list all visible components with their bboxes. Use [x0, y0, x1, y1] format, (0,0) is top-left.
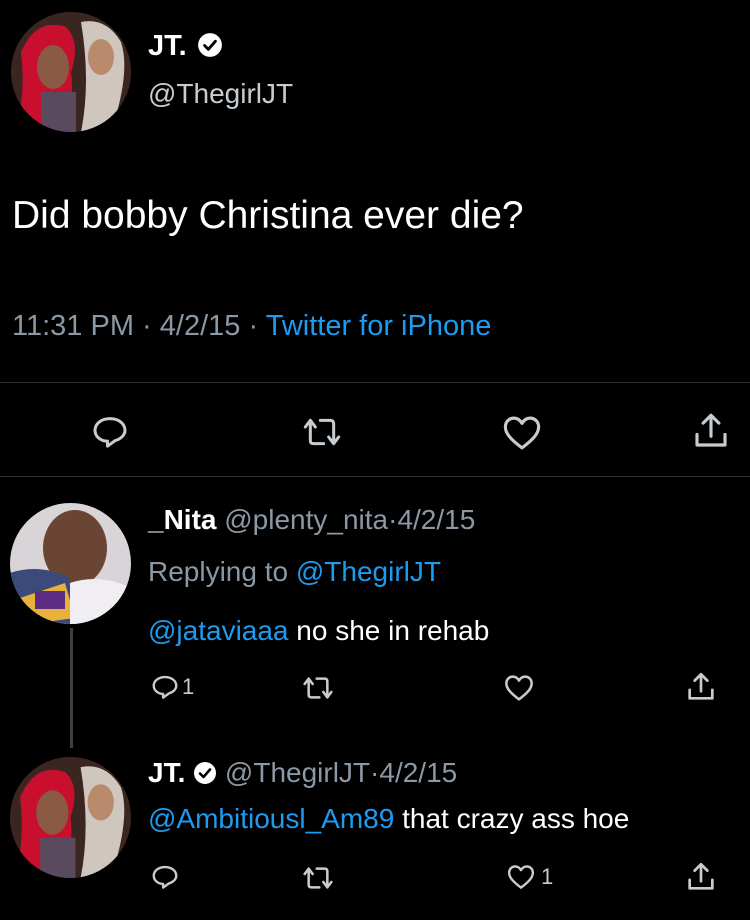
reply1-reply-count: 1 [182, 674, 195, 699]
reply-icon [152, 865, 178, 889]
divider [0, 382, 750, 383]
reply1-retweet-button[interactable] [300, 672, 336, 704]
retweet-icon [303, 418, 341, 446]
tweet-date: 4/2/15 [159, 310, 241, 342]
reply1-handle[interactable]: @plenty_nita [224, 504, 388, 535]
reply2-like-count: 1 [541, 864, 554, 889]
avatar-jt[interactable] [11, 12, 131, 132]
reply2-mention[interactable]: @Ambitiousl_Am89 [148, 803, 394, 834]
divider [0, 476, 750, 477]
reply2-display-name[interactable]: JT. [148, 757, 185, 788]
reply2-text: that crazy ass hoe [394, 803, 630, 834]
share-icon [695, 413, 727, 447]
reply1-display-name[interactable]: _Nita [148, 504, 216, 535]
reply2-handle[interactable]: @ThegirlJT [225, 757, 370, 788]
reply2-reply-button[interactable] [150, 862, 180, 892]
reply1-date[interactable]: 4/2/15 [397, 504, 475, 535]
reply-icon [93, 417, 127, 448]
share-button[interactable] [690, 410, 732, 452]
main-handle[interactable]: @ThegirlJT [148, 78, 293, 110]
like-button[interactable] [500, 412, 544, 454]
reply1-mention[interactable]: @jataviaaa [148, 615, 289, 646]
separator-dot: · [142, 310, 152, 342]
avatar-nita[interactable] [10, 503, 131, 624]
retweet-button[interactable] [300, 412, 344, 452]
share-icon [688, 862, 714, 890]
reply2-date[interactable]: 4/2/15 [379, 757, 457, 788]
retweet-icon [303, 677, 333, 699]
like-icon [503, 416, 541, 450]
separator-dot: · [370, 757, 380, 788]
main-display-name[interactable]: JT. [148, 30, 187, 62]
share-icon [688, 672, 714, 700]
avatar-jt-reply[interactable] [10, 757, 131, 878]
tweet-source-link[interactable]: Twitter for iPhone [266, 310, 492, 342]
main-tweet-text: Did bobby Christina ever die? [12, 194, 524, 237]
reply2-retweet-button[interactable] [300, 862, 336, 894]
like-icon [507, 865, 535, 889]
verified-badge-icon [194, 761, 217, 784]
replying-to-label: Replying to [148, 556, 289, 587]
reply2-like-button[interactable]: 1 [505, 862, 553, 892]
replying-to-handle[interactable]: @ThegirlJT [296, 556, 441, 587]
reply-button[interactable] [90, 412, 130, 452]
like-icon [505, 675, 533, 701]
thread-line [70, 628, 73, 748]
reply2-share-button[interactable] [684, 860, 718, 894]
reply1-text: no she in rehab [288, 615, 490, 646]
reply1-share-button[interactable] [684, 670, 718, 704]
reply-icon [152, 675, 178, 699]
separator-dot: · [248, 310, 259, 342]
reply1-reply-button[interactable]: 1 [150, 672, 194, 702]
retweet-icon [303, 867, 333, 889]
verified-badge-icon [197, 33, 222, 58]
reply1-like-button[interactable] [502, 672, 536, 704]
tweet-time: 11:31 PM [12, 310, 134, 342]
